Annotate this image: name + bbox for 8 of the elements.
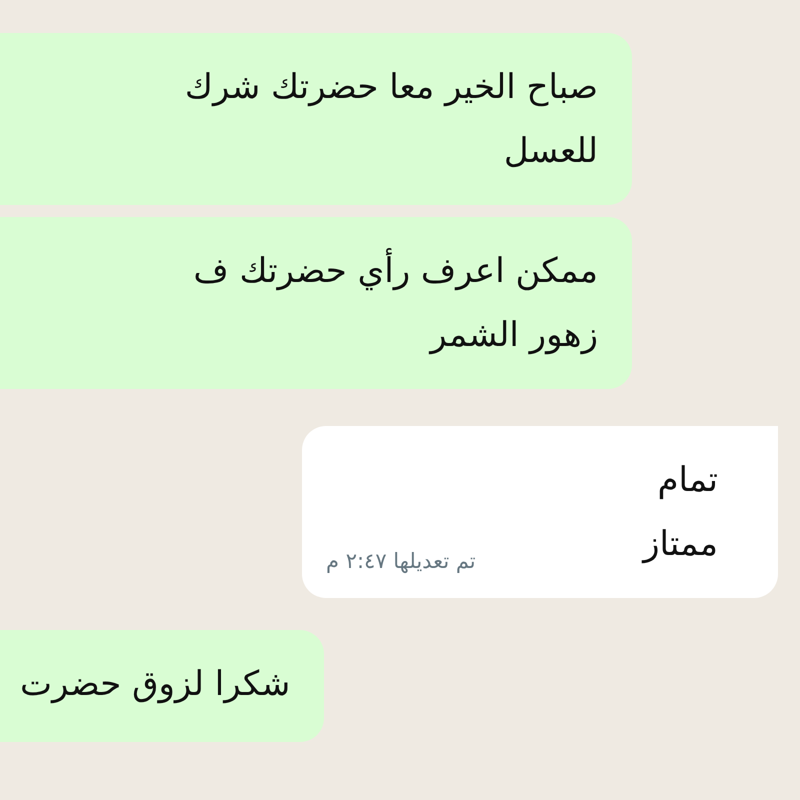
message-text: شكرا لزوق حضرت <box>20 663 290 706</box>
message-text: للعسل <box>502 130 598 173</box>
message-text: ممتاز <box>643 523 718 566</box>
message-text: صباح الخير معا حضرتك شرك <box>184 66 598 109</box>
edited-timestamp: تم تعديلها ٢:٤٧ م <box>326 548 476 576</box>
message-text: زهور الشمر <box>428 314 598 357</box>
message-text: تمام <box>656 459 718 502</box>
message-text: ممكن اعرف رأي حضرتك ف <box>20 239 598 303</box>
